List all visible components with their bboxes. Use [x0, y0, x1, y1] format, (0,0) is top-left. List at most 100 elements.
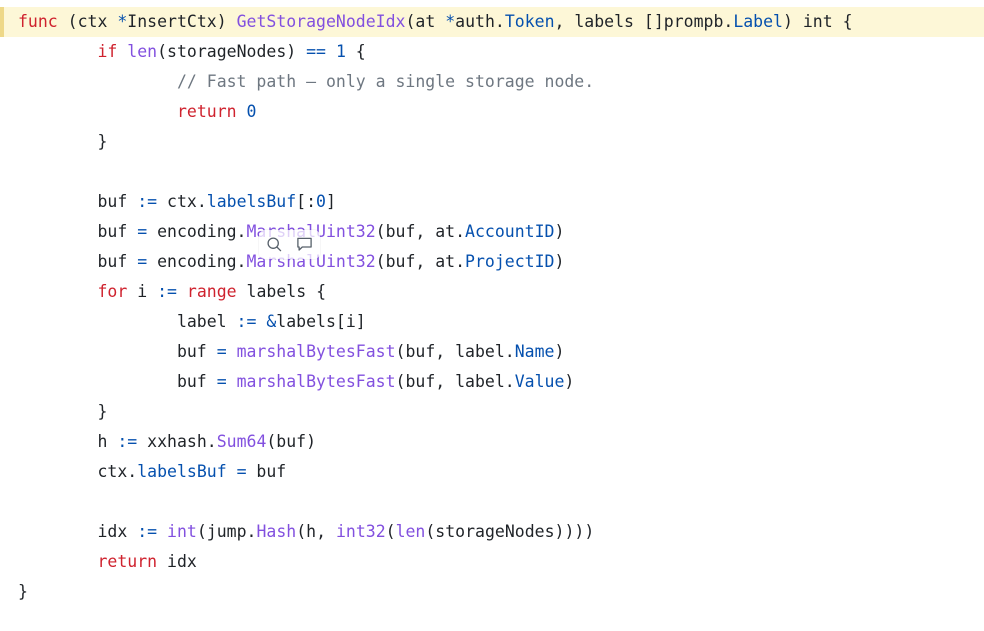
line-store-labelsbuf[interactable]: ctx.labelsBuf = buf [0, 457, 984, 487]
code-token: if [97, 42, 118, 61]
code-token: Token [504, 12, 555, 31]
code-token: h [18, 432, 118, 451]
line-hash-sum64[interactable]: h := xxhash.Sum64(buf) [0, 427, 984, 457]
code-token: := [117, 432, 138, 451]
code-token: for [97, 282, 128, 301]
code-token: = [137, 252, 148, 271]
code-token: } [18, 582, 28, 601]
line-for-range[interactable]: for i := range labels { [0, 277, 984, 307]
code-token: Name [514, 342, 555, 361]
code-token: = [137, 222, 148, 241]
code-token: InsertCtx) [127, 12, 237, 31]
search-icon[interactable] [264, 234, 285, 255]
code-token: auth. [455, 12, 505, 31]
code-token: Value [514, 372, 565, 391]
code-token: int [167, 522, 197, 541]
code-token: (buf, label. [395, 372, 515, 391]
line-blank-1[interactable] [0, 157, 984, 187]
code-token: (buf, label. [395, 342, 515, 361]
code-selection-popup[interactable] [259, 230, 320, 259]
line-func-signature[interactable]: func (ctx *InsertCtx) GetStorageNodeIdx(… [0, 7, 984, 37]
line-if-len[interactable]: if len(storageNodes) == 1 { [0, 37, 984, 67]
code-token: buf [246, 462, 287, 481]
code-token: func [18, 12, 58, 31]
code-token: [: [296, 192, 317, 211]
code-token: ) [554, 252, 565, 271]
code-token: i [127, 282, 158, 301]
line-buf-init[interactable]: buf := ctx.labelsBuf[:0] [0, 187, 984, 217]
code-token: buf [18, 192, 138, 211]
line-blank-2[interactable] [0, 487, 984, 517]
code-token: ] [325, 192, 336, 211]
line-idx-jump-hash[interactable]: idx := int(jump.Hash(h, int32(len(storag… [0, 517, 984, 547]
code-token: ) [554, 222, 565, 241]
comment-icon[interactable] [294, 234, 315, 255]
code-token: buf [18, 372, 217, 391]
code-token: len [395, 522, 426, 541]
code-token: ) [564, 372, 575, 391]
code-token: ) [554, 342, 565, 361]
code-token: := [137, 522, 158, 541]
line-label-assign[interactable]: label := &labels[i] [0, 307, 984, 337]
code-line-list: func (ctx *InsertCtx) GetStorageNodeIdx(… [0, 7, 984, 607]
code-token: { [832, 12, 853, 31]
line-comment-fastpath[interactable]: // Fast path – only a single storage nod… [0, 67, 984, 97]
code-token: Sum64 [216, 432, 267, 451]
code-token: (jump. [196, 522, 257, 541]
code-token: (h, [296, 522, 336, 541]
code-token: := [137, 192, 158, 211]
line-marshal-name[interactable]: buf = marshalBytesFast(buf, label.Name) [0, 337, 984, 367]
code-token: (ctx [57, 12, 118, 31]
code-token: AccountID [465, 222, 555, 241]
line-return-idx[interactable]: return idx [0, 547, 984, 577]
line-marshal-value[interactable]: buf = marshalBytesFast(buf, label.Value) [0, 367, 984, 397]
code-token: int32 [335, 522, 386, 541]
line-close-if[interactable]: } [0, 127, 984, 157]
code-token: } [18, 402, 108, 421]
code-token: 0 [246, 102, 257, 121]
code-token: & [266, 312, 277, 331]
code-token: buf [18, 252, 138, 271]
code-token: return [97, 552, 158, 571]
code-token: len [127, 42, 158, 61]
line-marshal-accountid[interactable]: buf = encoding.MarshalUint32(buf, at.Acc… [0, 217, 984, 247]
code-token: := [236, 312, 257, 331]
code-token: labelsBuf [206, 192, 297, 211]
code-token: := [157, 282, 177, 301]
code-token: idx [18, 522, 138, 541]
line-marshal-projectid[interactable]: buf = encoding.MarshalUint32(buf, at.Pro… [0, 247, 984, 277]
line-return-zero[interactable]: return 0 [0, 97, 984, 127]
code-token: (storageNodes) [157, 42, 307, 61]
code-token: (buf, at. [375, 252, 466, 271]
code-token: int [802, 12, 833, 31]
code-token: ) [782, 12, 803, 31]
code-token: GetStorageNodeIdx [236, 12, 406, 31]
line-close-for[interactable]: } [0, 397, 984, 427]
line-close-func[interactable]: } [0, 577, 984, 607]
code-token: marshalBytesFast [236, 372, 396, 391]
code-token: labels[i] [276, 312, 366, 331]
code-token: label [18, 312, 237, 331]
code-token: = [216, 372, 227, 391]
code-token: 0 [316, 192, 326, 211]
code-token: ( [385, 522, 396, 541]
code-token: (storageNodes)))) [425, 522, 595, 541]
code-token: (at [405, 12, 446, 31]
code-token: * [117, 12, 128, 31]
code-token: encoding. [147, 222, 247, 241]
code-token: idx [157, 552, 197, 571]
code-token: return [176, 102, 237, 121]
code-token: buf [18, 342, 217, 361]
code-token: 1 [335, 42, 346, 61]
